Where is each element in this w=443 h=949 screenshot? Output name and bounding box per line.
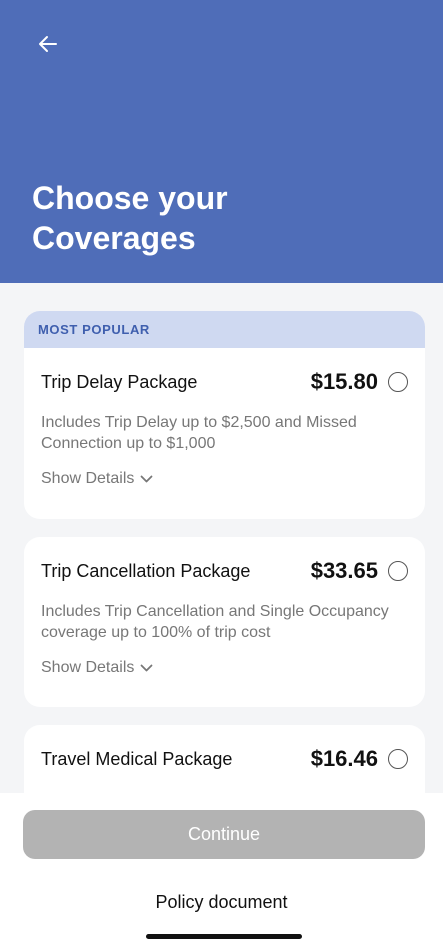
package-radio[interactable] <box>388 372 408 392</box>
header: Choose your Coverages <box>0 0 443 283</box>
chevron-down-icon <box>140 664 153 673</box>
package-description: Includes Trip Cancellation and Single Oc… <box>41 603 389 641</box>
most-popular-badge: MOST POPULAR <box>24 311 425 348</box>
show-details-link[interactable]: Show Details <box>41 659 153 677</box>
policy-document-link[interactable]: Policy document <box>0 892 443 913</box>
show-details-label: Show Details <box>41 470 135 487</box>
package-name: Travel Medical Package <box>41 748 233 769</box>
package-card-trip-delay[interactable]: MOST POPULAR Trip Delay Package $15.80 I… <box>24 311 425 519</box>
package-card-trip-cancellation[interactable]: Trip Cancellation Package $33.65 Include… <box>24 537 425 707</box>
home-indicator <box>146 934 302 939</box>
package-description: Includes Trip Delay up to $2,500 and Mis… <box>41 414 357 452</box>
chevron-down-icon <box>140 475 153 484</box>
continue-button[interactable]: Continue <box>23 810 425 859</box>
package-price: $33.65 <box>310 558 378 583</box>
package-price: $15.80 <box>310 369 378 394</box>
package-name: Trip Delay Package <box>41 371 198 392</box>
package-radio[interactable] <box>388 561 408 581</box>
page-title: Choose your Coverages <box>32 178 412 258</box>
package-radio[interactable] <box>388 749 408 769</box>
coverage-screen: Choose your Coverages MOST POPULAR Trip … <box>0 0 443 949</box>
show-details-link[interactable]: Show Details <box>41 470 153 488</box>
back-button[interactable] <box>30 28 66 64</box>
package-name: Trip Cancellation Package <box>41 560 251 581</box>
arrow-left-icon <box>36 32 60 61</box>
package-price: $16.46 <box>310 746 378 771</box>
page-title-line-2: Coverages <box>32 220 196 256</box>
page-title-line-1: Choose your <box>32 180 228 216</box>
show-details-label: Show Details <box>41 659 135 676</box>
